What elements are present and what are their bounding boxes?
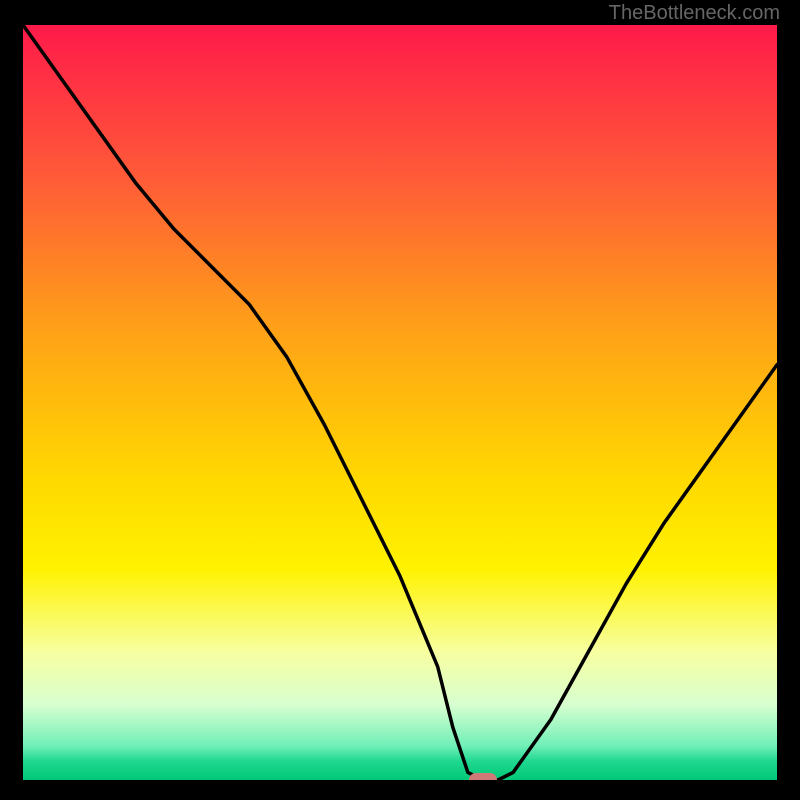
plot-border-right <box>777 25 800 780</box>
plot-border-left <box>0 25 23 780</box>
plot-area <box>23 25 777 780</box>
attribution-text: TheBottleneck.com <box>609 2 780 25</box>
bottleneck-curve <box>23 25 777 780</box>
optimal-marker <box>469 773 497 780</box>
chart-container: TheBottleneck.com <box>0 0 800 800</box>
plot-border-bottom <box>0 780 800 800</box>
